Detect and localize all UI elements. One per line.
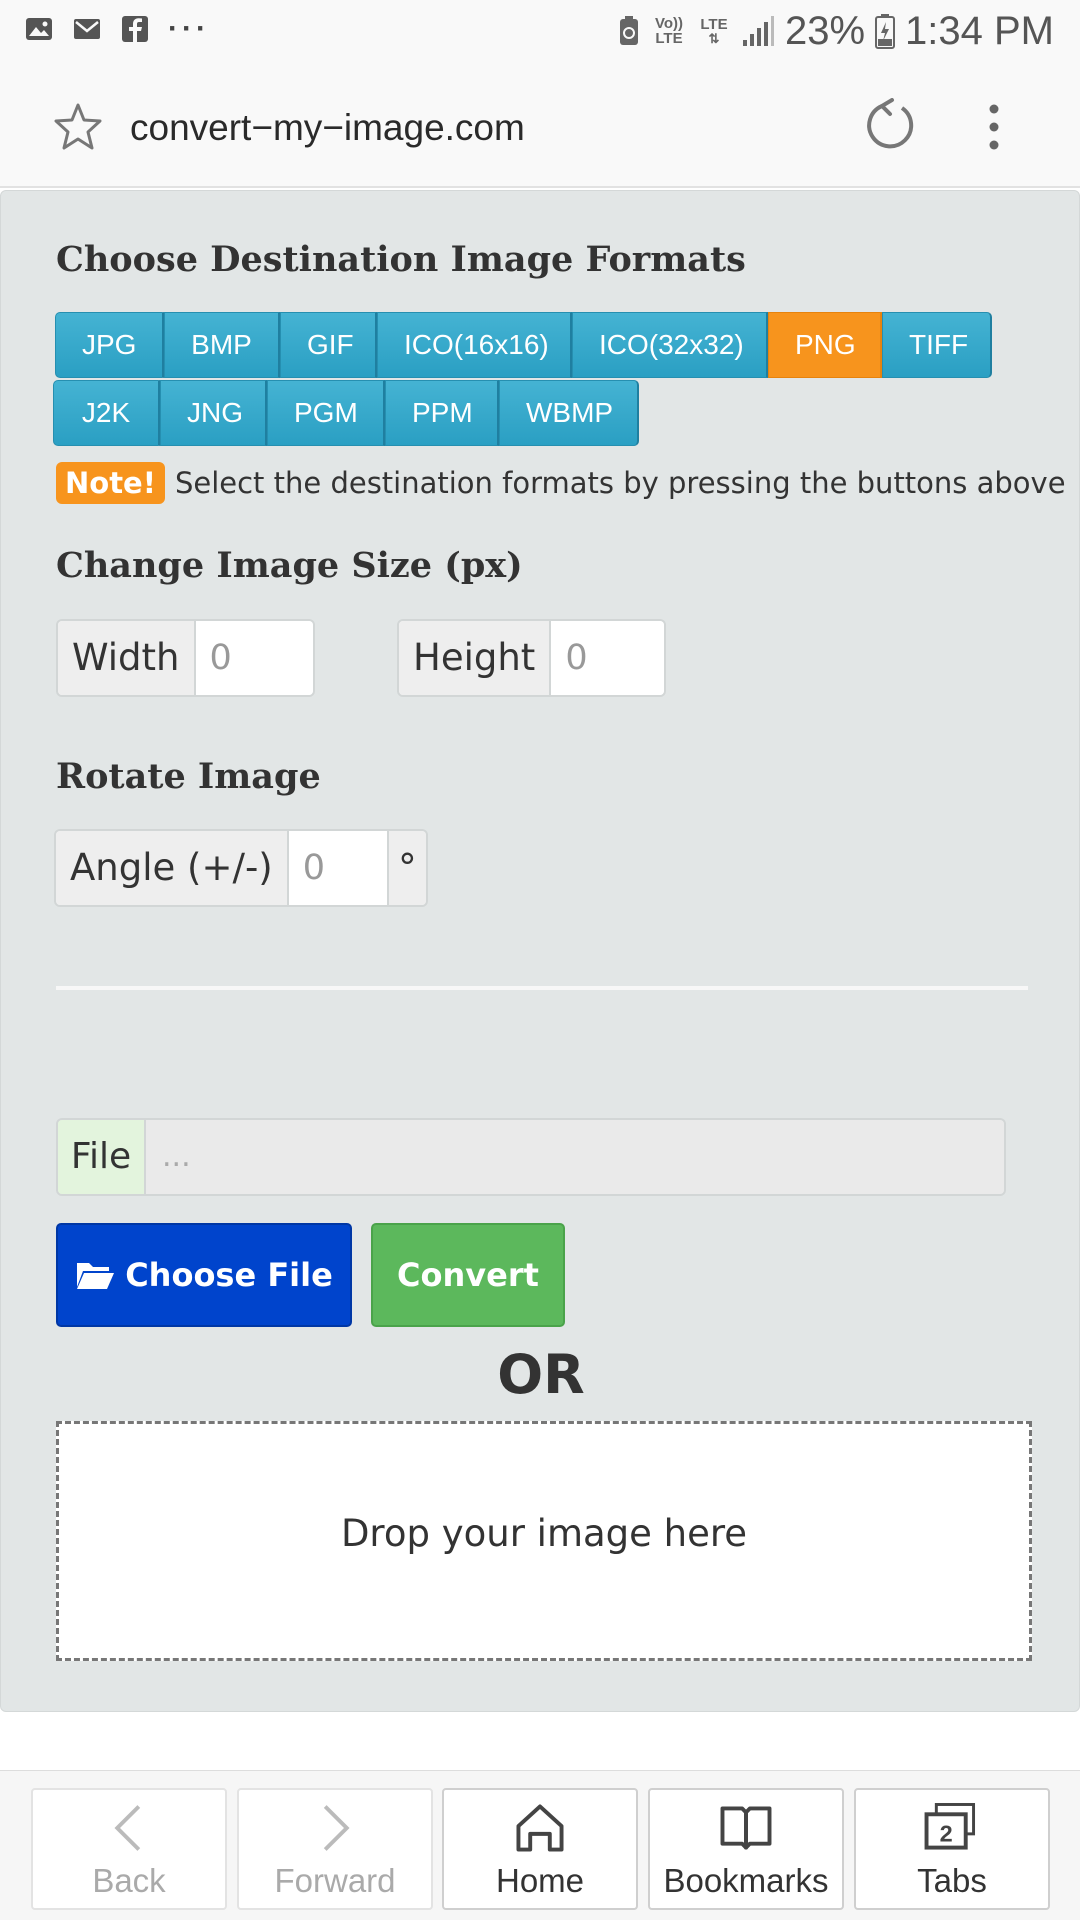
- notification-icons: ···: [24, 14, 210, 44]
- convert-button[interactable]: Convert: [371, 1223, 565, 1327]
- formats-heading: Choose Destination Image Formats: [56, 239, 746, 280]
- drop-zone-text: Drop your image here: [340, 1512, 748, 1555]
- bookmarks-button[interactable]: Bookmarks: [648, 1788, 844, 1910]
- battery-percent: 23%: [784, 9, 866, 53]
- home-icon: [516, 1804, 564, 1852]
- format-button-j2k[interactable]: J2K: [53, 380, 160, 446]
- format-button-row-2: J2K JNG PGM PPM WBMP: [53, 380, 639, 446]
- angle-label: Angle (+/-): [56, 831, 289, 905]
- note-text: Select the destination formats by pressi…: [174, 466, 1066, 500]
- image-drop-zone[interactable]: Drop your image here: [56, 1421, 1032, 1661]
- format-button-jng[interactable]: JNG: [160, 380, 267, 446]
- browser-bottom-bar: Back Forward Home Bookmarks 2 Tabs: [0, 1770, 1080, 1920]
- tabs-label: Tabs: [917, 1862, 987, 1899]
- gallery-icon: [26, 18, 52, 40]
- choose-file-button[interactable]: Choose File: [56, 1223, 352, 1327]
- format-button-row-1: JPG BMP GIF ICO(16x16) ICO(32x32) PNG TI…: [55, 312, 992, 378]
- bookmark-star-icon[interactable]: [52, 101, 104, 153]
- format-button-tiff[interactable]: TIFF: [882, 312, 992, 378]
- signal-icon: [742, 16, 774, 46]
- back-arrow-icon: [114, 1805, 141, 1851]
- format-note: Note! Select the destination formats by …: [56, 462, 1066, 504]
- data-saver-icon: [619, 16, 638, 45]
- size-heading: Change Image Size (px): [56, 545, 523, 586]
- url-field[interactable]: convert−my−image.com: [130, 106, 525, 150]
- clock: 1:34 PM: [905, 9, 1054, 53]
- folder-open-icon: [77, 1263, 115, 1289]
- tabs-button[interactable]: 2 Tabs: [854, 1788, 1050, 1910]
- reload-icon[interactable]: [862, 98, 918, 154]
- bookmarks-label: Bookmarks: [663, 1862, 829, 1899]
- file-input-group: File ...: [56, 1118, 1006, 1196]
- file-label: File: [58, 1120, 146, 1194]
- file-path-input[interactable]: ...: [146, 1120, 1004, 1194]
- forward-button[interactable]: Forward: [237, 1788, 433, 1910]
- section-divider: [56, 986, 1028, 990]
- more-notifications-icon: ···: [168, 12, 210, 45]
- format-button-jpg[interactable]: JPG: [55, 312, 164, 378]
- facebook-icon: [122, 16, 148, 42]
- home-button[interactable]: Home: [442, 1788, 638, 1910]
- address-bar: convert−my−image.com: [0, 62, 1080, 188]
- angle-input-group: Angle (+/-) 0 °: [54, 829, 428, 907]
- volte-indicator: Vo)) LTE: [651, 16, 687, 46]
- bookmarks-book-icon: [720, 1806, 772, 1850]
- volte-label: Vo)) LTE: [654, 15, 683, 47]
- back-label: Back: [92, 1862, 166, 1899]
- width-input[interactable]: 0: [195, 621, 313, 695]
- width-input-group: Width 0: [56, 619, 315, 697]
- more-menu-icon[interactable]: [982, 102, 1006, 152]
- back-button[interactable]: Back: [31, 1788, 227, 1910]
- tabs-count: 2: [940, 1821, 953, 1847]
- forward-label: Forward: [274, 1862, 396, 1899]
- converter-panel: Choose Destination Image Formats JPG BMP…: [0, 190, 1080, 1712]
- forward-arrow-icon: [323, 1805, 350, 1851]
- status-bar: ··· Vo)) LTE LTE ⇅ 23% 1:34 PM: [0, 0, 1080, 62]
- format-button-ico16[interactable]: ICO(16x16): [377, 312, 572, 378]
- width-label: Width: [58, 621, 196, 695]
- format-button-gif[interactable]: GIF: [280, 312, 377, 378]
- height-input-group: Height 0: [397, 619, 666, 697]
- degree-addon: °: [388, 831, 426, 905]
- format-button-ppm[interactable]: PPM: [385, 380, 499, 446]
- height-label: Height: [399, 621, 552, 695]
- format-button-wbmp[interactable]: WBMP: [499, 380, 639, 446]
- angle-input[interactable]: 0: [288, 831, 389, 905]
- choose-file-label: Choose File: [125, 1256, 333, 1294]
- battery-charging-icon: [875, 14, 896, 49]
- or-separator: OR: [497, 1343, 585, 1406]
- rotate-heading: Rotate Image: [56, 756, 321, 797]
- lte-indicator: LTE ⇅: [700, 16, 728, 46]
- home-label: Home: [495, 1862, 585, 1899]
- format-button-pgm[interactable]: PGM: [267, 380, 385, 446]
- note-badge: Note!: [56, 462, 165, 504]
- height-input[interactable]: 0: [551, 621, 664, 695]
- tabs-icon: 2: [924, 1803, 976, 1850]
- format-button-png[interactable]: PNG: [768, 312, 882, 378]
- system-indicators: Vo)) LTE LTE ⇅ 23% 1:34 PM: [617, 8, 1054, 54]
- format-button-bmp[interactable]: BMP: [164, 312, 280, 378]
- format-button-ico32[interactable]: ICO(32x32): [572, 312, 768, 378]
- email-icon: [74, 19, 100, 39]
